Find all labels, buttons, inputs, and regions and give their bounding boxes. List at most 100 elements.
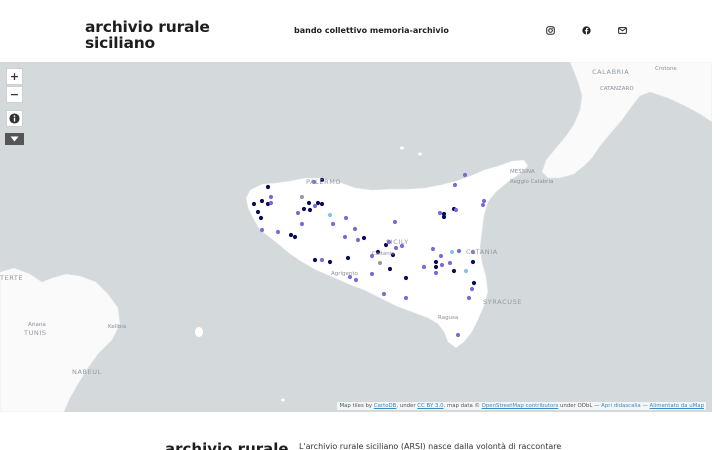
map-marker[interactable] <box>433 259 439 265</box>
map-marker[interactable] <box>452 182 458 188</box>
map-marker[interactable] <box>312 257 318 263</box>
map-marker[interactable] <box>306 200 312 206</box>
label-agrigento: Agrigento <box>331 271 358 277</box>
map-marker[interactable] <box>265 184 271 190</box>
map-marker[interactable] <box>355 237 361 243</box>
label-catania: CATANIA <box>466 248 498 256</box>
map-marker[interactable] <box>259 198 265 204</box>
label-caltanissetta: Caltanis <box>372 251 395 257</box>
site-header: archivio rurale siciliano bando colletti… <box>0 0 720 62</box>
map-marker[interactable] <box>456 248 462 254</box>
email-icon[interactable] <box>615 23 629 37</box>
island-linosa <box>281 398 285 402</box>
map-marker[interactable] <box>295 210 301 216</box>
map-marker[interactable] <box>275 229 281 235</box>
label-terte: TERTE <box>0 274 24 282</box>
map-marker[interactable] <box>403 275 409 281</box>
map-marker[interactable] <box>259 227 265 233</box>
attrib-license-link[interactable]: CC BY 3.0 <box>417 403 443 409</box>
map-marker[interactable] <box>345 255 351 261</box>
map-marker[interactable] <box>433 264 439 270</box>
island-aeolian-1 <box>400 146 404 150</box>
map-marker[interactable] <box>343 215 349 221</box>
map-marker[interactable] <box>453 207 459 213</box>
map-marker[interactable] <box>449 249 455 255</box>
map-marker[interactable] <box>381 291 387 297</box>
map-marker[interactable] <box>268 200 274 206</box>
label-palermo: PALERMO <box>306 178 342 186</box>
attrib-umap-link[interactable]: Alimentato da uMap <box>650 403 704 409</box>
map-marker[interactable] <box>447 260 453 266</box>
site-title[interactable]: archivio rurale siciliano <box>85 19 225 51</box>
label-sicily: SICILY <box>386 238 409 246</box>
map-marker[interactable] <box>342 234 348 240</box>
map-marker[interactable] <box>480 202 486 208</box>
map-marker[interactable] <box>377 260 383 266</box>
map-marker[interactable] <box>319 201 325 207</box>
map-marker[interactable] <box>463 268 469 274</box>
map-marker[interactable] <box>255 209 261 215</box>
zoom-out-button[interactable]: − <box>6 86 23 103</box>
map-marker[interactable] <box>433 270 439 276</box>
info-icon <box>9 113 20 124</box>
map-marker[interactable] <box>312 203 318 209</box>
map-marker[interactable] <box>307 207 313 213</box>
map-marker[interactable] <box>421 264 427 270</box>
map-view[interactable]: CALABRIA Crotone CATANZARO MESSINA Reggi… <box>0 62 712 412</box>
map-land <box>0 62 712 412</box>
attrib-cartodb-link[interactable]: CartoDB <box>374 403 397 409</box>
map-marker[interactable] <box>299 221 305 227</box>
nav-link-bando[interactable]: bando collettivo memoria-archivio <box>294 26 449 35</box>
land-calabria <box>541 62 712 179</box>
map-marker[interactable] <box>327 212 333 218</box>
map-marker[interactable] <box>327 259 333 265</box>
map-marker[interactable] <box>330 221 336 227</box>
map-marker[interactable] <box>471 280 477 286</box>
map-marker[interactable] <box>315 200 321 206</box>
attrib-dash: — <box>642 403 648 409</box>
expand-panel-button[interactable] <box>5 133 24 145</box>
info-button[interactable] <box>6 110 23 127</box>
map-marker[interactable] <box>438 253 444 259</box>
instagram-icon[interactable] <box>543 23 557 37</box>
attrib-caption-link[interactable]: Apri didascalia <box>601 403 641 409</box>
map-marker[interactable] <box>470 259 476 265</box>
map-marker[interactable] <box>437 210 443 216</box>
map-marker[interactable] <box>319 257 325 263</box>
zoom-in-button[interactable]: + <box>6 68 23 85</box>
map-marker[interactable] <box>481 198 487 204</box>
map-marker[interactable] <box>299 194 305 200</box>
label-messina: MESSINA <box>510 169 535 175</box>
facebook-icon[interactable] <box>579 23 593 37</box>
label-tunis: TUNIS <box>24 329 47 337</box>
map-marker[interactable] <box>369 271 375 277</box>
label-crotone: Crotone <box>655 66 677 72</box>
map-marker[interactable] <box>393 245 399 251</box>
attrib-prefix: Map tiles by <box>339 403 373 409</box>
map-marker[interactable] <box>361 235 367 241</box>
map-marker[interactable] <box>441 211 447 217</box>
map-marker[interactable] <box>268 194 274 200</box>
map-marker[interactable] <box>352 226 358 232</box>
map-marker[interactable] <box>258 215 264 221</box>
map-marker[interactable] <box>466 295 472 301</box>
map-marker[interactable] <box>403 295 409 301</box>
label-ariana: Ariana <box>28 322 46 328</box>
map-marker[interactable] <box>430 246 436 252</box>
map-marker[interactable] <box>288 232 294 238</box>
map-marker[interactable] <box>462 172 468 178</box>
map-marker[interactable] <box>439 262 445 268</box>
map-marker[interactable] <box>455 332 461 338</box>
map-marker[interactable] <box>387 266 393 272</box>
map-marker[interactable] <box>451 268 457 274</box>
map-marker[interactable] <box>392 219 398 225</box>
intro-section: archivio rurale L'archivio rurale sicili… <box>0 412 720 450</box>
map-marker[interactable] <box>292 234 298 240</box>
map-marker[interactable] <box>469 286 475 292</box>
attrib-under: , under <box>396 403 416 409</box>
attrib-osm-link[interactable]: OpenStreetMap contributors <box>482 403 559 409</box>
map-marker[interactable] <box>353 277 359 283</box>
map-marker[interactable] <box>251 201 257 207</box>
map-marker[interactable] <box>301 206 307 212</box>
label-reggio: Reggio Calabria <box>510 179 554 185</box>
